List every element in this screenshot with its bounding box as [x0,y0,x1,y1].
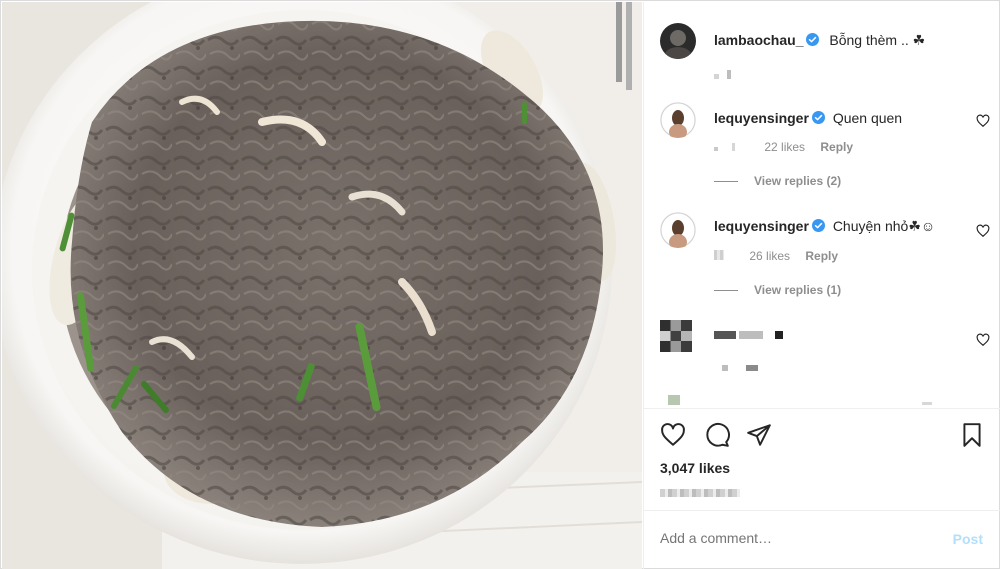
heart-icon[interactable] [976,333,990,347]
verified-badge-icon [811,111,825,124]
reply-button[interactable]: Reply [805,249,838,263]
heart-icon[interactable] [976,224,990,238]
comment-timestamp [714,250,724,260]
commenter-avatar[interactable] [660,102,696,138]
divider-dash [714,181,738,183]
view-replies-button[interactable]: View replies (1) [714,283,841,297]
commenter-avatar-pixelated[interactable] [660,320,692,352]
comment-text: Chuyện nhỏ☘☺ [832,218,936,234]
comment-input[interactable] [660,530,920,546]
post-comment-button[interactable]: Post [953,531,983,547]
post-date-pixelated [660,484,740,502]
comment-timestamp [714,147,718,151]
bookmark-icon[interactable] [959,422,985,448]
post-caption: Bỗng thèm .. ☘ [829,32,926,48]
view-replies-label: View replies (2) [754,174,842,188]
comment-item: lequyensinger Chuyện nhỏ☘☺ 26 likes Repl… [660,212,990,312]
post-header: lambaochau_ Bỗng thèm .. ☘ [644,2,1000,92]
action-bar: 3,047 likes [644,408,1000,508]
food-photo-image [2,2,642,569]
divider-dash [714,290,738,292]
author-username[interactable]: lambaochau_ [714,32,803,48]
avatar-image [660,102,696,138]
verified-badge-icon [806,33,820,46]
verified-badge-icon [811,219,825,232]
comment-item [660,320,990,380]
comment-likes[interactable]: 22 likes [764,140,805,154]
likes-count[interactable]: 3,047 likes [660,460,730,476]
post-sidebar: lambaochau_ Bỗng thèm .. ☘ lequyensinger [643,2,1000,569]
avatar-image [660,23,696,59]
comment-form: Post [644,510,1000,569]
comment-username[interactable]: lequyensinger [714,110,809,126]
caption-timestamp [714,66,732,84]
reply-button[interactable]: Reply [820,140,853,154]
comment-pixelated-meta [722,358,758,376]
author-avatar[interactable] [660,23,696,59]
comment-likes[interactable]: 26 likes [749,249,790,263]
comment-username[interactable]: lequyensinger [714,218,809,234]
heart-icon[interactable] [976,114,990,128]
post-photo[interactable] [2,2,642,569]
comment-icon[interactable] [704,422,730,448]
view-replies-button[interactable]: View replies (2) [714,174,841,188]
paper-plane-icon[interactable] [746,422,772,448]
heart-icon[interactable] [660,422,686,448]
comment-pixelated-text [714,326,783,344]
post-modal: lambaochau_ Bỗng thèm .. ☘ lequyensinger [0,0,1000,569]
view-replies-label: View replies (1) [754,283,842,297]
comment-text: Quen quen [832,110,903,126]
commenter-avatar[interactable] [660,212,696,248]
avatar-image [660,212,696,248]
